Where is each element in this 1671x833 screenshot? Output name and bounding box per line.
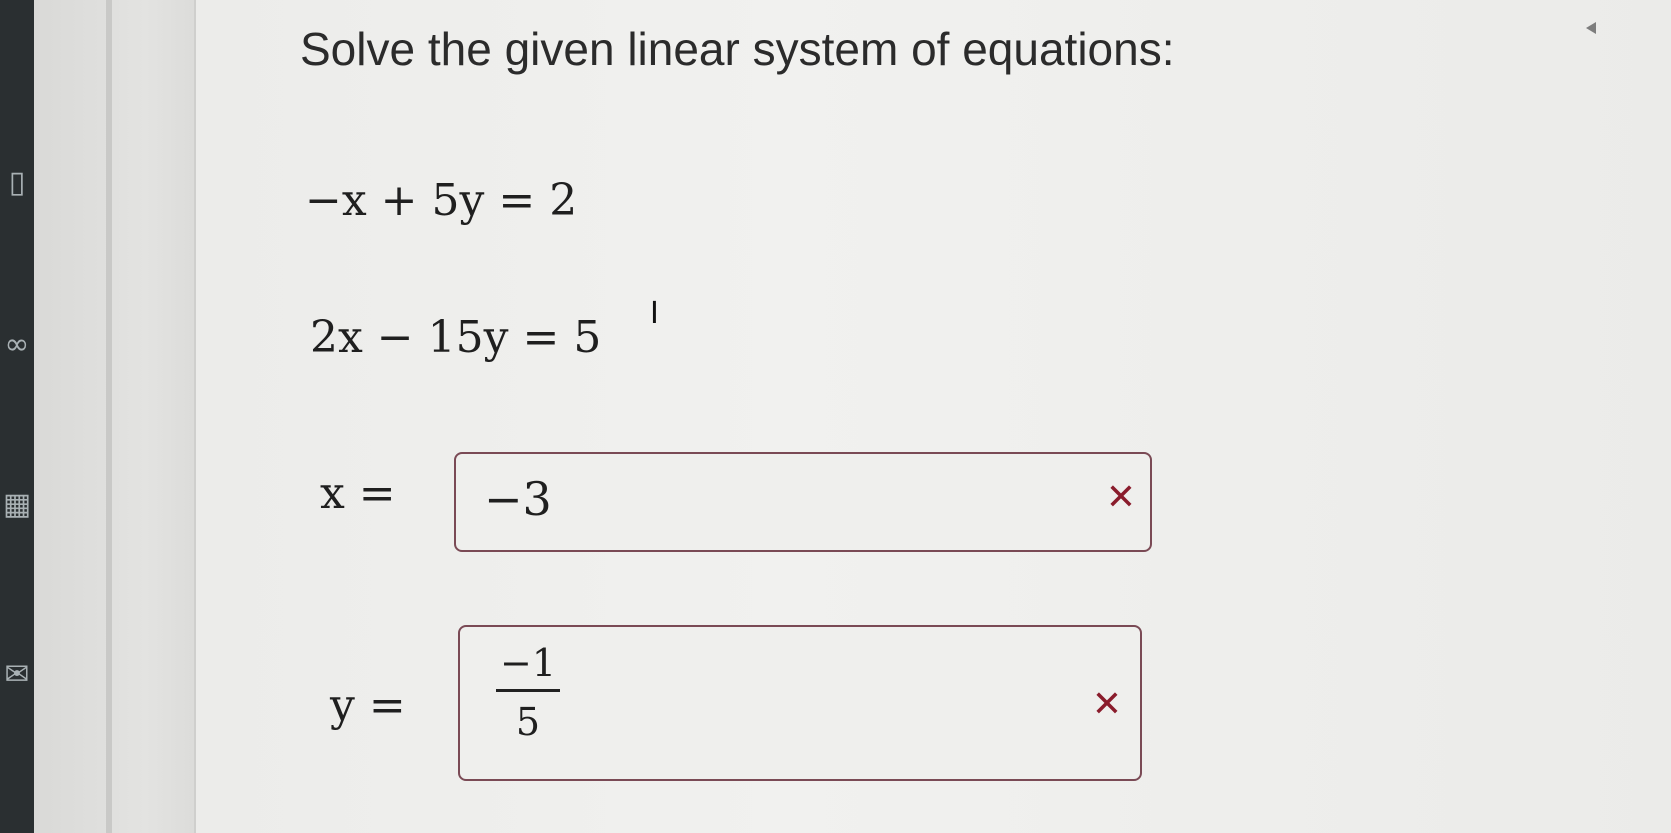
sidebar-icon[interactable]: ▯ — [0, 168, 34, 198]
y-answer-fraction: −1 5 — [496, 641, 560, 744]
question-title: Solve the given linear system of equatio… — [300, 23, 1175, 75]
close-icon: ✕ — [1105, 477, 1136, 518]
x-answer-value: −3 — [484, 472, 552, 526]
link-icon[interactable]: ∞ — [0, 330, 34, 360]
close-icon: ✕ — [1091, 684, 1122, 725]
text-cursor-icon: I — [650, 296, 659, 331]
y-label: y = — [330, 680, 406, 731]
equation-2: 2x − 15y = 5 — [310, 312, 602, 363]
left-panel — [34, 0, 196, 833]
calendar-icon[interactable]: ▦ — [0, 490, 34, 520]
screen: ▯ ∞ ▦ ✉ Solve the given linear system of… — [0, 0, 1671, 833]
equation-1: −x + 5y = 2 — [305, 175, 578, 226]
panel-divider — [106, 0, 112, 833]
y-answer-input[interactable]: −1 5 ✕ — [458, 625, 1142, 781]
y-numerator: −1 — [496, 641, 560, 692]
mail-icon[interactable]: ✉ — [0, 660, 34, 690]
left-dock: ▯ ∞ ▦ ✉ — [0, 0, 34, 833]
y-denominator: 5 — [515, 700, 541, 744]
x-label: x = — [320, 468, 396, 519]
x-answer-input[interactable]: −3 ✕ — [454, 452, 1152, 552]
